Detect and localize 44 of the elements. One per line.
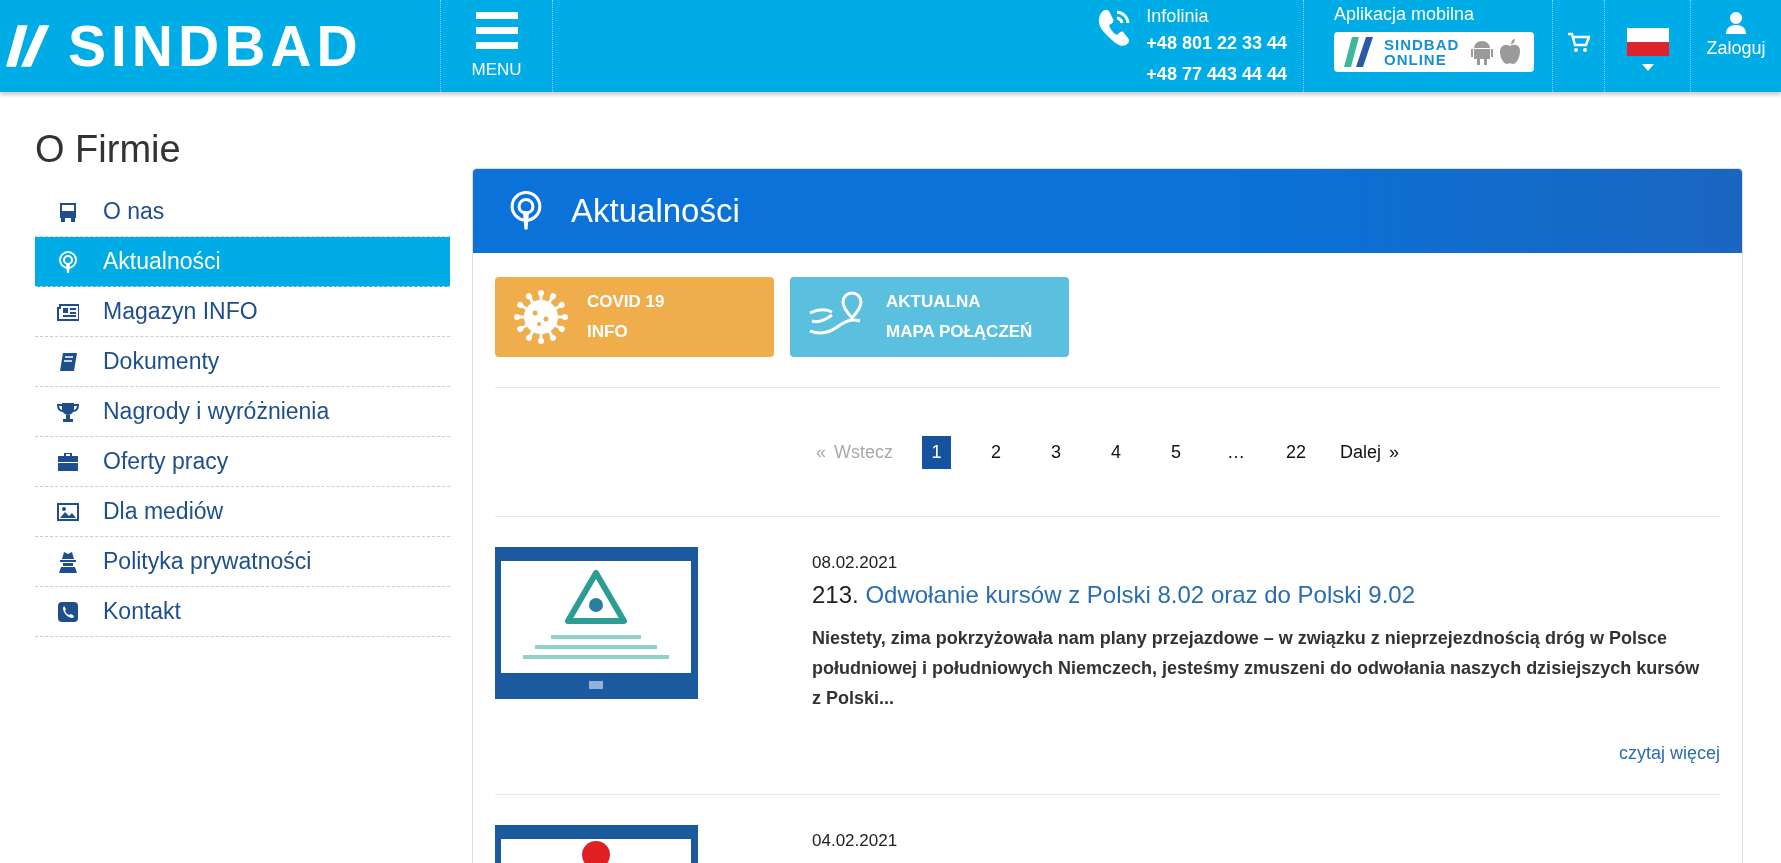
virus-icon	[513, 289, 569, 345]
user-icon	[1726, 12, 1746, 34]
trophy-icon	[57, 400, 79, 423]
page-link[interactable]: 1	[922, 435, 951, 469]
news-number: 213.	[812, 581, 859, 608]
news-excerpt: Niestety, zima pokrzyżowała nam plany przejazdowe – w związku z nieprzejezdnością dróg w Polsce południowej i południowych Niemczech, jesteśmy zmuszeni do odwołania naszych dzisiejszych kursów z Polski...	[812, 627, 1701, 710]
news-title-link[interactable]: Odwołanie kursów z Polski 8.02 oraz do Polski 9.02	[865, 581, 1415, 608]
bus-icon	[57, 200, 79, 223]
news-date: 04.02.2021	[812, 831, 899, 851]
read-more-link[interactable]: czytaj więcej	[1618, 743, 1720, 764]
sidebar-item[interactable]: Oferty pracy	[35, 437, 450, 487]
book-icon	[57, 350, 79, 373]
app-label: Aplikacja mobilna	[1334, 3, 1476, 26]
image-icon	[57, 500, 79, 523]
spy-icon	[57, 550, 79, 573]
briefcase-icon	[57, 450, 79, 473]
logo-text: SINDBAD	[68, 13, 363, 79]
page-link[interactable]: 22	[1266, 435, 1326, 469]
next-page-link[interactable]: Dalej »	[1326, 435, 1422, 469]
sidebar-item[interactable]: Dla mediów	[35, 487, 450, 537]
page-link[interactable]: …	[1206, 435, 1266, 469]
hotline-label: Infolinia	[1146, 5, 1210, 28]
section-title: O Firmie	[35, 128, 182, 171]
menu-icon	[475, 12, 518, 50]
podcast-icon	[57, 250, 79, 273]
sidebar-item[interactable]: Dokumenty	[35, 337, 450, 387]
app-badge[interactable]: SINDBAD ONLINE	[1334, 32, 1534, 72]
flag-icon	[1626, 27, 1669, 56]
apple-icon	[1499, 39, 1522, 65]
page-link[interactable]: 2	[966, 435, 1026, 469]
sidebar-item[interactable]: Kontakt	[35, 587, 450, 637]
page-link[interactable]: 5	[1146, 435, 1206, 469]
news-date: 08.02.2021	[812, 553, 899, 573]
android-icon	[1471, 39, 1494, 65]
panel-title: Aktualności	[571, 192, 740, 230]
sidebar-item[interactable]: Nagrody i wyróżnienia	[35, 387, 450, 437]
podcast-icon	[509, 191, 543, 231]
page-link[interactable]: 4	[1086, 435, 1146, 469]
sidebar-item[interactable]: Magazyn INFO	[35, 287, 450, 337]
page-link[interactable]: 3	[1026, 435, 1086, 469]
phone-icon	[57, 600, 79, 623]
sidebar-item[interactable]: Polityka prywatności	[35, 537, 450, 587]
caret-icon	[1641, 63, 1654, 71]
cart-icon	[1567, 32, 1590, 54]
